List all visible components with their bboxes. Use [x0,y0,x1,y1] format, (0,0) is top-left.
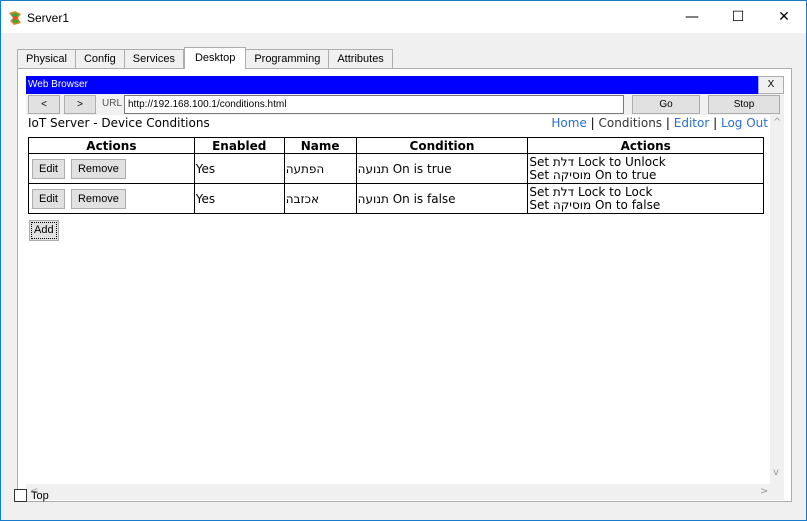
table-row: Edit Remove Yes הפתעה תנועה On is true Se… [28,153,764,184]
vertical-scrollbar[interactable]: ^ v [770,115,784,484]
packet-tracer-icon [9,11,21,25]
conditions-link: Conditions [598,116,663,130]
row-actions: Edit Remove [28,153,195,184]
browser-close-button[interactable]: X [758,76,784,94]
link-separator: | [590,116,595,130]
link-separator: | [713,116,718,130]
forward-button[interactable]: > [64,95,96,114]
minimize-button[interactable]: — [669,1,715,33]
browser-navbar: < > URL http://192.168.100.1/conditions.… [26,95,784,115]
back-button[interactable]: < [28,95,60,114]
web-browser: Web Browser X < > URL http://192.168.100… [26,76,784,500]
tab-desktop[interactable]: Desktop [183,47,247,69]
client-area: Physical Config Services Desktop Program… [1,33,806,520]
action-line: Set מוסיקה On to true [529,167,657,182]
app-window: Server1 — ☐ ✕ Physical Config Services D… [0,0,807,521]
actions-list-cell: Set דלת Lock to Unlock Set מוסיקה On to … [527,153,764,184]
tab-config[interactable]: Config [75,49,125,69]
editor-link[interactable]: Editor [674,116,710,130]
tab-physical[interactable]: Physical [17,49,76,69]
web-page: IoT Server - Device Conditions Home | Co… [26,115,770,484]
remove-button[interactable]: Remove [70,188,126,209]
close-button[interactable]: ✕ [761,1,807,33]
desktop-panel: Web Browser X < > URL http://192.168.100… [17,68,792,502]
row-actions: Edit Remove [28,183,195,214]
scroll-down-icon[interactable]: v [773,467,779,478]
tab-bar: Physical Config Services Desktop Program… [17,47,393,69]
enabled-cell: Yes [193,183,285,214]
horizontal-scrollbar[interactable]: < > [26,484,784,500]
top-checkbox[interactable] [14,489,27,502]
condition-cell: תנועה On is false [355,183,529,214]
tab-services[interactable]: Services [124,49,184,69]
table-header-row: Actions Enabled Name Condition Actions [28,137,764,154]
logout-link[interactable]: Log Out [721,116,768,130]
url-input[interactable]: http://192.168.100.1/conditions.html [124,95,624,114]
page-title: IoT Server - Device Conditions [28,116,210,130]
condition-cell: תנועה On is true [355,153,529,184]
home-link[interactable]: Home [551,116,586,130]
header-actions-2: Actions [527,137,764,154]
remove-button[interactable]: Remove [70,158,126,179]
header-actions: Actions [28,137,195,154]
table-row: Edit Remove Yes אכזבה תנועה On is false S… [28,183,764,214]
scroll-up-icon[interactable]: ^ [773,117,781,128]
title-bar: Server1 — ☐ ✕ [1,1,806,33]
action-line: Set דלת Lock to Lock [529,184,653,199]
scroll-right-icon[interactable]: > [760,486,768,497]
link-separator: | [665,116,670,130]
condition-text: תנועה On is true [357,161,452,176]
header-condition: Condition [355,137,529,154]
maximize-button[interactable]: ☐ [715,1,761,33]
actions-list-cell: Set דלת Lock to Lock Set מוסיקה On to fa… [527,183,764,214]
top-checkbox-row[interactable]: Top [14,489,49,502]
action-line: Set מוסיקה On to false [529,197,661,212]
header-name: Name [283,137,357,154]
stop-button[interactable]: Stop [708,95,780,114]
name-cell: הפתעה [283,153,357,184]
browser-title: Web Browser [28,79,88,90]
page-nav-links: Home | Conditions | Editor | Log Out [551,116,768,130]
header-enabled: Enabled [193,137,285,154]
window-title: Server1 [27,11,70,25]
add-button[interactable]: Add [29,220,59,241]
action-line: Set דלת Lock to Unlock [529,154,666,169]
edit-button[interactable]: Edit [32,158,65,179]
edit-button[interactable]: Edit [32,188,65,209]
url-label: URL [102,98,123,109]
top-checkbox-label: Top [31,489,49,502]
condition-text: תנועה On is false [357,191,456,206]
tab-programming[interactable]: Programming [246,49,330,69]
go-button[interactable]: Go [632,95,700,114]
enabled-cell: Yes [193,153,285,184]
browser-title-bar: Web Browser X [26,76,784,94]
name-cell: אכזבה [283,183,357,214]
conditions-table: Actions Enabled Name Condition Actions E… [28,137,764,214]
tab-attributes[interactable]: Attributes [329,49,393,69]
